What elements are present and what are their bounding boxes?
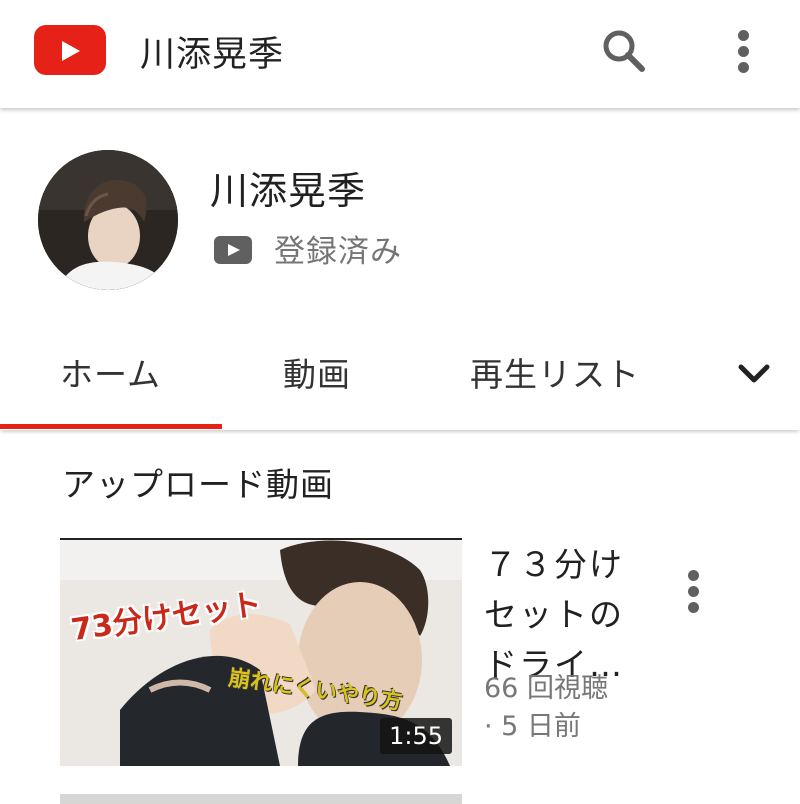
video-age: · 5 日前 — [484, 711, 581, 742]
tab-home[interactable]: ホーム — [60, 348, 161, 396]
youtube-play-icon — [214, 236, 252, 264]
video-title[interactable]: ７３分けセットのドライ… — [484, 540, 644, 690]
app-title: 川添晃季 — [140, 35, 285, 75]
top-app-bar: 川添晃季 — [0, 0, 800, 108]
youtube-logo-icon[interactable] — [34, 25, 106, 75]
video-meta: 66 回視聴 · 5 日前 — [484, 670, 664, 746]
more-vert-icon[interactable] — [676, 566, 712, 616]
search-icon[interactable] — [596, 24, 650, 78]
video-thumbnail[interactable] — [60, 794, 462, 804]
more-vert-icon[interactable] — [722, 24, 766, 78]
subscribe-status[interactable]: 登録済み — [274, 226, 402, 271]
channel-avatar[interactable] — [38, 150, 178, 290]
video-duration: 1:55 — [380, 718, 452, 754]
section-title: アップロード動画 — [62, 465, 334, 504]
chevron-down-icon[interactable] — [728, 350, 780, 398]
tab-selected-indicator — [0, 424, 222, 429]
tab-videos[interactable]: 動画 — [283, 348, 351, 396]
channel-tabs: ホーム 動画 再生リスト — [0, 320, 800, 430]
tab-playlists[interactable]: 再生リスト — [470, 348, 640, 396]
video-thumbnail[interactable]: 73分けセット 崩れにくいやり方 1:55 — [60, 538, 462, 766]
channel-name: 川添晃季 — [210, 169, 367, 213]
video-views: 66 回視聴 — [484, 673, 608, 704]
